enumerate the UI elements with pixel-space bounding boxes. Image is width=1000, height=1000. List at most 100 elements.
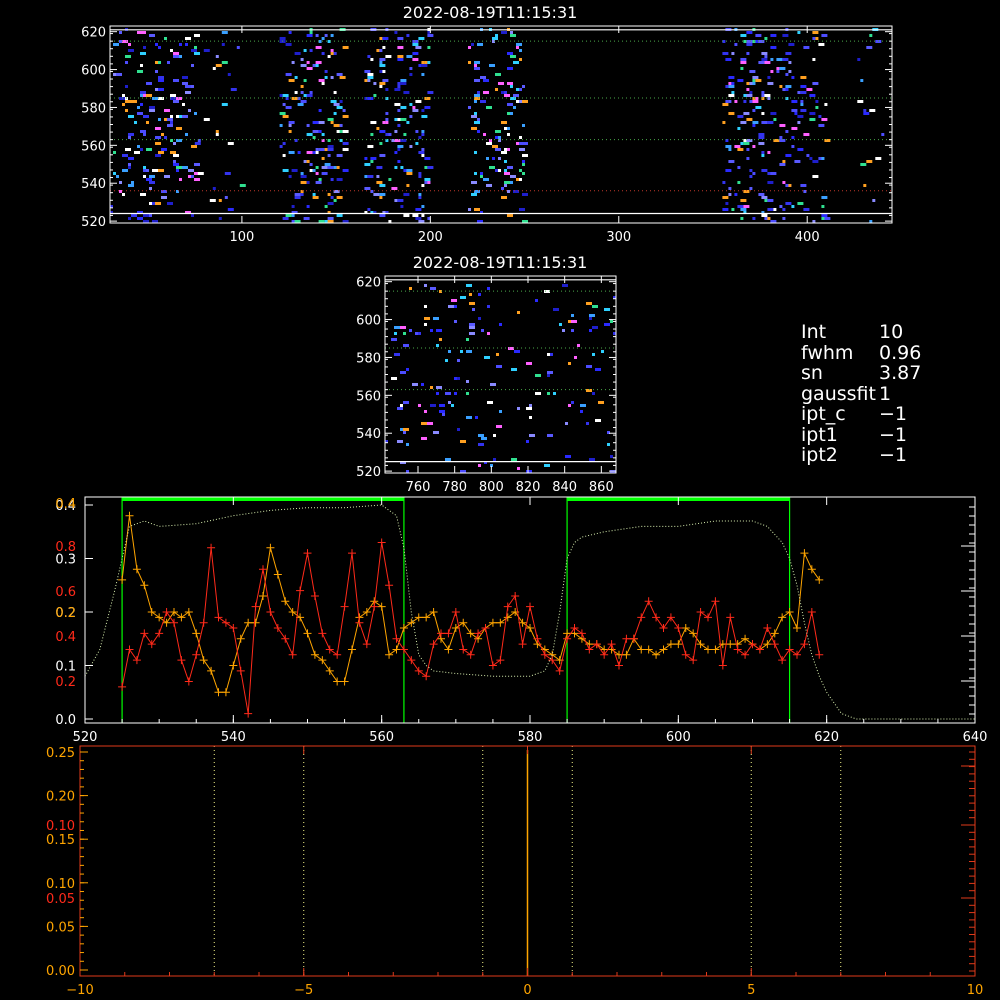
zoom-heatmap-pixel xyxy=(436,386,442,389)
top-heatmap-pixel xyxy=(507,133,510,136)
top-heatmap-pixel xyxy=(749,187,753,190)
top-heatmap-pixel xyxy=(495,73,501,76)
zoom-heatmap-pixel xyxy=(517,467,520,470)
top-heatmap-pixel xyxy=(140,94,143,97)
top-heatmap-pixel xyxy=(483,79,489,82)
profile-series xyxy=(84,504,975,720)
profile-orange-point xyxy=(140,581,149,590)
top-heatmap-pixel xyxy=(303,49,307,52)
zoom-heatmap-pixel xyxy=(430,404,436,407)
top-heatmap-pixel xyxy=(282,142,286,145)
offset-y-tick-label: 0.10 xyxy=(46,877,75,892)
top-heatmap-pixel xyxy=(282,217,289,220)
top-heatmap-pixel xyxy=(312,169,316,172)
top-heatmap-pixel xyxy=(158,97,164,100)
top-heatmap-pixel xyxy=(421,109,425,112)
top-heatmap-pixel xyxy=(779,67,786,70)
top-heatmap-pixel xyxy=(294,193,301,196)
top-heatmap-pixel xyxy=(761,52,768,55)
top-heatmap-pixel xyxy=(504,172,510,175)
top-heatmap-pixel xyxy=(364,157,368,160)
top-heatmap-pixel xyxy=(194,34,200,37)
profile-orange-point xyxy=(273,570,282,579)
zoom-heatmap-pixel xyxy=(571,320,577,323)
top-heatmap-pixel xyxy=(516,43,522,46)
top-heatmap-pixel xyxy=(309,169,313,172)
top-heatmap-pixel xyxy=(755,106,762,109)
top-heatmap-pixel xyxy=(406,184,410,187)
top-heatmap-pixel xyxy=(728,94,735,97)
top-heatmap-pixel xyxy=(492,157,495,160)
top-heatmap-pixel xyxy=(812,37,816,40)
top-heatmap-pixel xyxy=(869,109,876,112)
top-heatmap-pixel xyxy=(492,145,498,148)
top-heatmap-pixel xyxy=(821,118,828,121)
top-heatmap-pixel xyxy=(164,109,170,112)
top-heatmap-pixel xyxy=(227,142,234,145)
top-heatmap-pixel xyxy=(333,112,337,115)
top-heatmap-pixel xyxy=(376,127,380,130)
profile-orange-point xyxy=(807,565,816,574)
param-row-ipt2: ipt2 −1 xyxy=(801,445,921,466)
offset-y-tick-label: 0.25 xyxy=(46,746,75,761)
zoom-heatmap-pixel xyxy=(499,410,502,413)
top-heatmap-pixel xyxy=(306,61,310,64)
top-heatmap-pixel xyxy=(740,142,744,145)
zoom-heatmap-pixel xyxy=(403,332,406,335)
top-heatmap-pixel xyxy=(155,142,161,145)
top-heatmap-pixel xyxy=(474,61,480,64)
top-heatmap-pixel xyxy=(221,43,225,46)
top-heatmap-pixel xyxy=(333,199,337,202)
top-heatmap-pixel xyxy=(746,82,750,85)
top-heatmap-pixel xyxy=(158,88,164,91)
top-heatmap-pixel xyxy=(179,115,182,118)
top-heatmap-pixel xyxy=(315,151,319,154)
top-heatmap-pixel xyxy=(737,148,744,151)
top-heatmap-pixel xyxy=(336,178,343,181)
top-heatmap-pixel xyxy=(370,133,374,136)
profile-orange-point xyxy=(281,597,290,606)
profile-orange-point xyxy=(399,624,408,633)
top-heatmap-pixel xyxy=(495,136,498,139)
top-heatmap-pixel xyxy=(409,103,413,106)
top-heatmap-pixel xyxy=(173,160,176,163)
top-heatmap-pixel xyxy=(516,142,519,145)
top-heatmap-pixel xyxy=(333,166,337,169)
top-heatmap-pixel xyxy=(400,118,407,121)
top-heatmap-pixel xyxy=(421,73,425,76)
top-heatmap-pixel xyxy=(312,130,319,133)
top-heatmap-pixel xyxy=(149,181,155,184)
top-heatmap-pixel xyxy=(788,43,795,46)
zoom-heatmap-pixel xyxy=(496,353,499,356)
top-heatmap-pixel xyxy=(522,85,525,88)
top-heatmap-pixel xyxy=(409,73,413,76)
top-heatmap-pixel xyxy=(779,205,783,208)
top-heatmap-pixel xyxy=(385,118,389,121)
top-heatmap-pixel xyxy=(779,85,783,88)
top-heatmap-pixel xyxy=(782,181,786,184)
top-heatmap-pixel xyxy=(498,157,501,160)
profile-orange-point xyxy=(118,575,127,584)
top-heatmap-pixel xyxy=(318,109,322,112)
top-heatmap-pixel xyxy=(119,97,125,100)
top-heatmap-pixel xyxy=(339,100,343,103)
zoom-heatmap-x-tick-label: 840 xyxy=(552,480,577,495)
top-heatmap-pixel xyxy=(418,172,422,175)
profile-x-tick-label: 540 xyxy=(221,730,246,745)
top-heatmap-pixel xyxy=(342,142,349,145)
zoom-heatmap-pixel xyxy=(580,410,583,413)
top-heatmap-pixel xyxy=(146,169,149,172)
zoom-heatmap-pixel xyxy=(592,392,595,395)
top-heatmap-pixel xyxy=(513,61,519,64)
top-heatmap-pixel xyxy=(158,118,161,121)
offset-x-tick-label: −5 xyxy=(294,983,313,998)
top-heatmap-pixel xyxy=(394,139,401,142)
top-heatmap-pixel xyxy=(770,70,774,73)
zoom-heatmap-pixel xyxy=(469,326,475,329)
zoom-heatmap-pixel xyxy=(403,401,409,404)
top-heatmap-pixel xyxy=(137,106,140,109)
zoom-heatmap-pixel xyxy=(607,443,610,446)
profile-red-point xyxy=(733,645,742,654)
top-heatmap-pixel xyxy=(480,76,486,79)
top-heatmap-pixel xyxy=(155,70,158,73)
